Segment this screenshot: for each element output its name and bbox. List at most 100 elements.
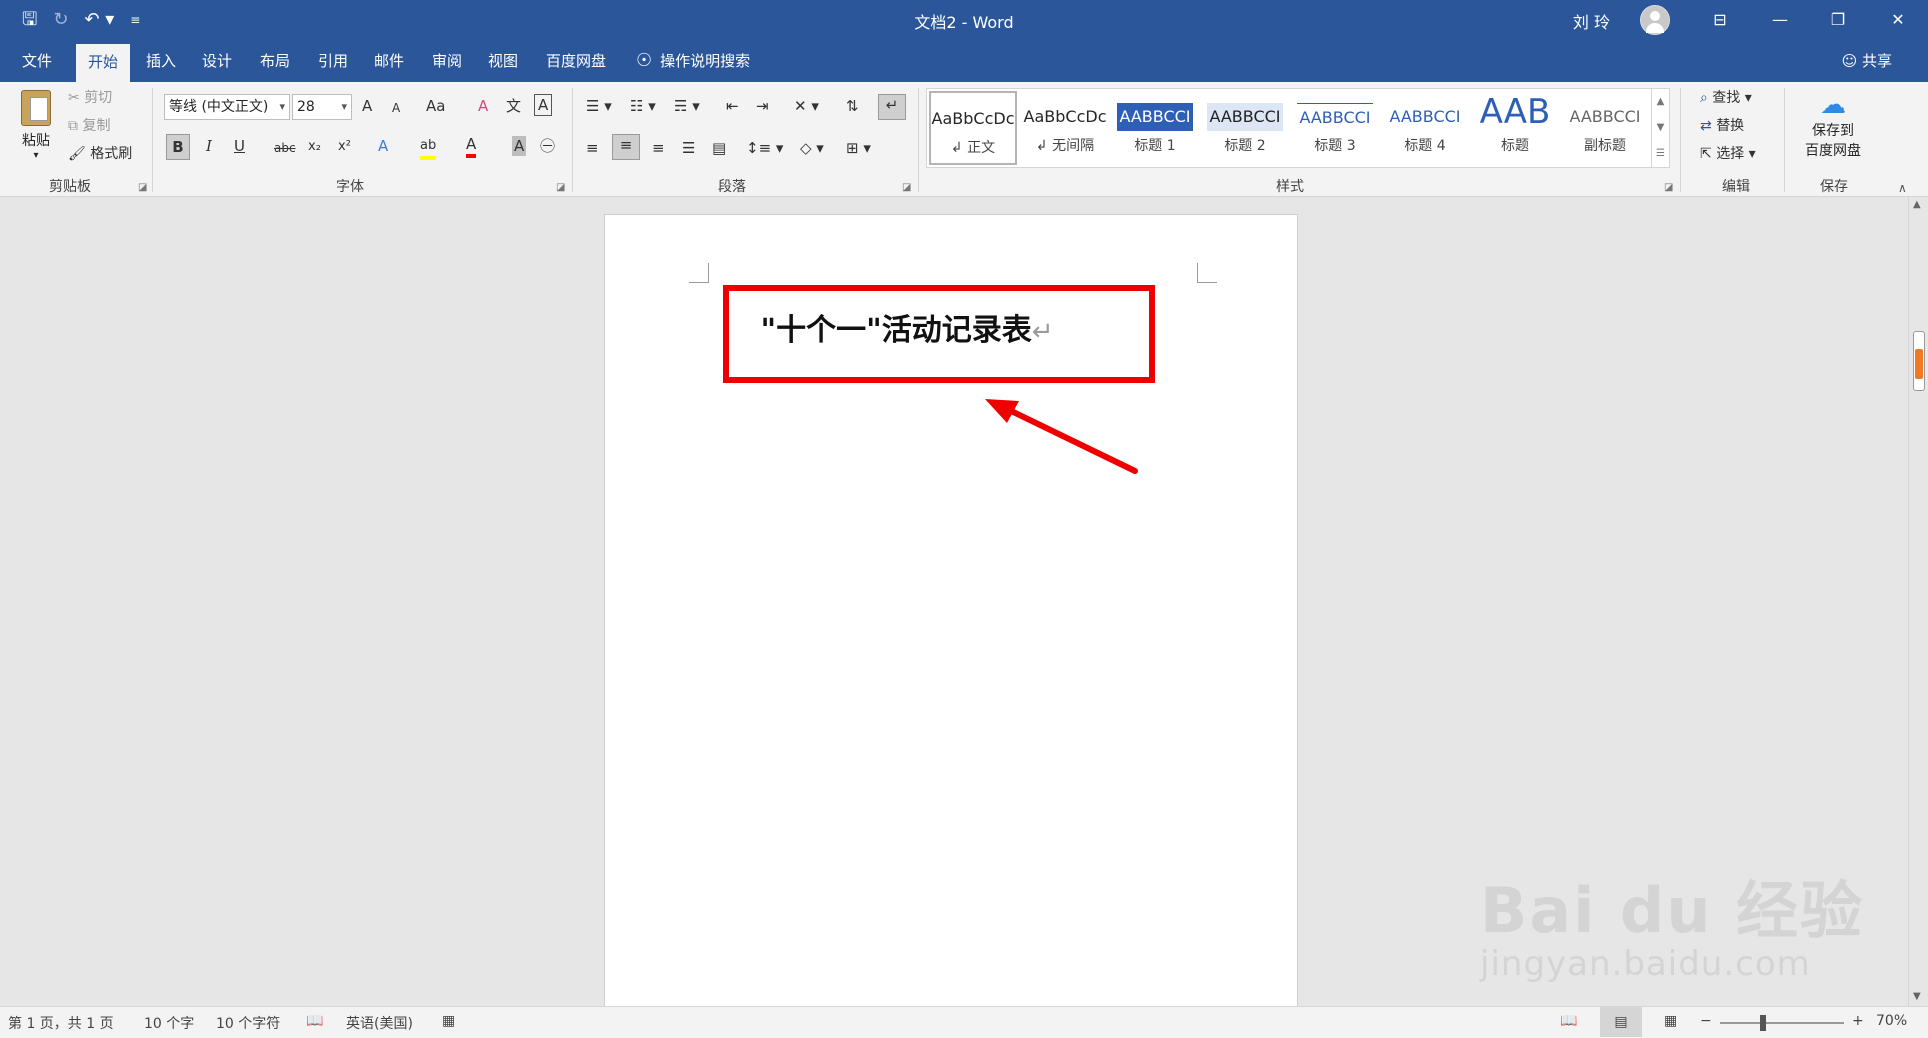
char-count[interactable]: 10 个字符 — [216, 1013, 280, 1033]
align-right-icon[interactable]: ≡ — [652, 138, 665, 158]
grow-font-icon[interactable]: A — [362, 96, 372, 116]
style-title[interactable]: AAB 标题 — [1471, 91, 1559, 165]
zoom-slider[interactable] — [1720, 1022, 1844, 1024]
page-count[interactable]: 第 1 页，共 1 页 — [8, 1013, 114, 1033]
select-button[interactable]: ⇱ 选择 ▾ — [1700, 144, 1756, 164]
italic-button[interactable]: I — [206, 136, 212, 156]
minimize-button[interactable]: — — [1760, 4, 1800, 36]
style-normal[interactable]: AaBbCcDc ↲ 正文 — [929, 91, 1017, 165]
collapse-ribbon-icon[interactable]: ∧ — [1898, 178, 1907, 198]
language[interactable]: 英语(美国) — [346, 1013, 413, 1033]
scissors-icon: ✂ — [68, 90, 85, 106]
tab-home[interactable]: 开始 — [76, 44, 131, 82]
tab-mailings[interactable]: 邮件 — [362, 40, 416, 82]
share-button[interactable]: ☺ 共享 — [1842, 40, 1892, 82]
asian-layout-icon[interactable]: ✕ ▾ — [794, 96, 819, 116]
bold-button[interactable]: B — [166, 134, 190, 160]
read-mode-icon[interactable]: 📖 — [1560, 1013, 1577, 1029]
cut-button[interactable]: ✂ 剪切 — [68, 88, 112, 108]
zoom-in-button[interactable]: + — [1852, 1013, 1864, 1029]
style-heading-4[interactable]: AABBCCI 标题 4 — [1381, 91, 1469, 165]
tell-me-search[interactable]: ☉ 操作说明搜索 — [636, 40, 750, 82]
superscript-button[interactable]: x² — [338, 137, 351, 157]
distributed-icon[interactable]: ▤ — [712, 138, 726, 158]
style-name: 标题 — [1501, 138, 1529, 154]
line-spacing-icon[interactable]: ↕≡ ▾ — [746, 138, 783, 158]
ribbon-display-options-icon[interactable]: ⊟ — [1700, 4, 1740, 36]
tab-view[interactable]: 视图 — [476, 40, 530, 82]
avatar[interactable] — [1640, 5, 1670, 35]
tab-references[interactable]: 引用 — [306, 40, 360, 82]
tab-design[interactable]: 设计 — [190, 40, 244, 82]
print-layout-icon[interactable]: ▤ — [1600, 1007, 1642, 1037]
text-effects-icon[interactable]: A — [378, 136, 388, 156]
font-size-combo[interactable]: 28 — [292, 94, 352, 120]
style-no-spacing[interactable]: AaBbCcDc ↲ 无间隔 — [1021, 91, 1109, 165]
underline-button[interactable]: U — [234, 136, 245, 156]
phonetic-guide-icon[interactable]: 文 — [506, 96, 521, 116]
tab-insert[interactable]: 插入 — [134, 40, 188, 82]
font-color-icon[interactable]: A — [466, 134, 477, 158]
document-page[interactable]: "十个一"活动记录表↵ — [604, 214, 1298, 1006]
clear-format-icon[interactable]: A — [478, 96, 488, 116]
zoom-out-button[interactable]: − — [1700, 1013, 1712, 1029]
close-button[interactable]: ✕ — [1878, 4, 1918, 36]
tell-me-label: 操作说明搜索 — [660, 52, 751, 70]
dialog-launcher-icon[interactable]: ◪ — [1664, 178, 1673, 198]
web-layout-icon[interactable]: ▦ — [1664, 1013, 1677, 1029]
style-heading-1[interactable]: AABBCCI 标题 1 — [1111, 91, 1199, 165]
style-heading-3[interactable]: AABBCCI 标题 3 — [1291, 91, 1379, 165]
show-marks-icon[interactable]: ↵ — [878, 94, 906, 120]
format-painter-label: 格式刷 — [90, 146, 133, 162]
dialog-launcher-icon[interactable]: ◪ — [138, 178, 147, 198]
subscript-button[interactable]: x₂ — [308, 137, 321, 157]
vertical-scrollbar[interactable]: ▲ ▼ — [1908, 197, 1928, 1006]
word-count[interactable]: 10 个字 — [144, 1013, 194, 1033]
cut-label: 剪切 — [84, 90, 113, 106]
dialog-launcher-icon[interactable]: ◪ — [556, 178, 565, 198]
style-heading-2[interactable]: AABBCCI 标题 2 — [1201, 91, 1289, 165]
zoom-thumb[interactable] — [1760, 1015, 1766, 1031]
replace-button[interactable]: ⇄ 替换 — [1700, 116, 1744, 136]
scroll-down-icon[interactable]: ▼ — [1913, 991, 1921, 1002]
clipboard-icon — [21, 90, 51, 126]
char-border-icon[interactable]: A — [534, 94, 553, 116]
change-case-icon[interactable]: Aa — [426, 96, 445, 116]
justify-icon[interactable]: ☰ — [682, 138, 695, 158]
decrease-indent-icon[interactable]: ⇤ — [726, 96, 739, 116]
font-name-combo[interactable]: 等线 (中文正文) — [164, 94, 290, 120]
numbering-icon[interactable]: ☷ ▾ — [630, 96, 656, 116]
style-subtitle[interactable]: AABBCCI 副标题 — [1561, 91, 1649, 165]
borders-icon[interactable]: ⊞ ▾ — [846, 138, 871, 158]
gallery-scroll[interactable]: ▲ ▼ ☰ — [1651, 89, 1669, 167]
strikethrough-button[interactable]: abc — [274, 138, 296, 158]
restore-button[interactable]: ❐ — [1818, 4, 1858, 36]
style-sample: AaBbCcDc — [931, 109, 1015, 128]
save-to-baidu-button[interactable]: ☁ 保存到 百度网盘 — [1792, 90, 1874, 160]
align-center-icon[interactable]: ≡ — [612, 134, 640, 160]
enclose-char-icon[interactable]: ㊀ — [540, 136, 555, 156]
format-painter-button[interactable]: 🖌 格式刷 — [68, 144, 132, 164]
find-button[interactable]: ⌕ 查找 ▾ — [1700, 88, 1752, 108]
dialog-launcher-icon[interactable]: ◪ — [902, 178, 911, 198]
tab-file[interactable]: 文件 — [10, 40, 64, 82]
char-shading-icon[interactable]: A — [512, 136, 527, 156]
paragraph-shading-icon[interactable]: ◇ ▾ — [800, 138, 824, 158]
tab-layout[interactable]: 布局 — [248, 40, 302, 82]
tab-review[interactable]: 审阅 — [420, 40, 474, 82]
shrink-font-icon[interactable]: A — [392, 98, 400, 118]
increase-indent-icon[interactable]: ⇥ — [756, 96, 769, 116]
align-left-icon[interactable]: ≡ — [586, 138, 599, 158]
macro-icon[interactable]: ▦ — [442, 1013, 455, 1029]
bullets-icon[interactable]: ☰ ▾ — [586, 96, 612, 116]
tab-baidu-netdisk[interactable]: 百度网盘 — [534, 40, 618, 82]
zoom-level[interactable]: 70% — [1876, 1013, 1907, 1029]
highlight-icon[interactable]: ab — [420, 136, 437, 160]
copy-button[interactable]: ⧉ 复制 — [68, 116, 110, 136]
user-name[interactable]: 刘 玲 — [1573, 9, 1610, 33]
proofing-icon[interactable]: 📖 — [306, 1013, 323, 1029]
paste-button[interactable]: 粘贴 ▾ — [14, 90, 58, 170]
sort-icon[interactable]: ⇅ — [846, 96, 859, 116]
multilevel-list-icon[interactable]: ☴ ▾ — [674, 96, 700, 116]
scroll-up-icon[interactable]: ▲ — [1913, 199, 1921, 210]
